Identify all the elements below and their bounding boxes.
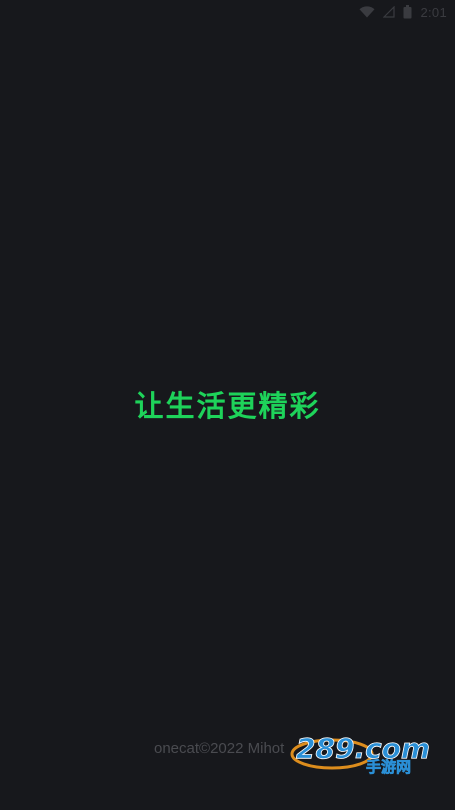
- status-time: 2:01: [420, 4, 447, 20]
- battery-icon: [403, 5, 412, 19]
- status-bar: 2:01: [0, 0, 455, 24]
- copyright-text: onecat©2022 Mihot: [154, 740, 285, 757]
- watermark-logo: 289.com 手游网: [290, 732, 430, 776]
- signal-icon: [383, 6, 396, 18]
- wifi-icon: [359, 6, 375, 18]
- slogan-text: 让生活更精彩: [134, 389, 321, 423]
- splash-screen: 2:01 让生活更精彩 onecat©2022 Mihot 289.com 手游…: [0, 0, 455, 810]
- watermark-tagline: 手游网: [366, 758, 411, 776]
